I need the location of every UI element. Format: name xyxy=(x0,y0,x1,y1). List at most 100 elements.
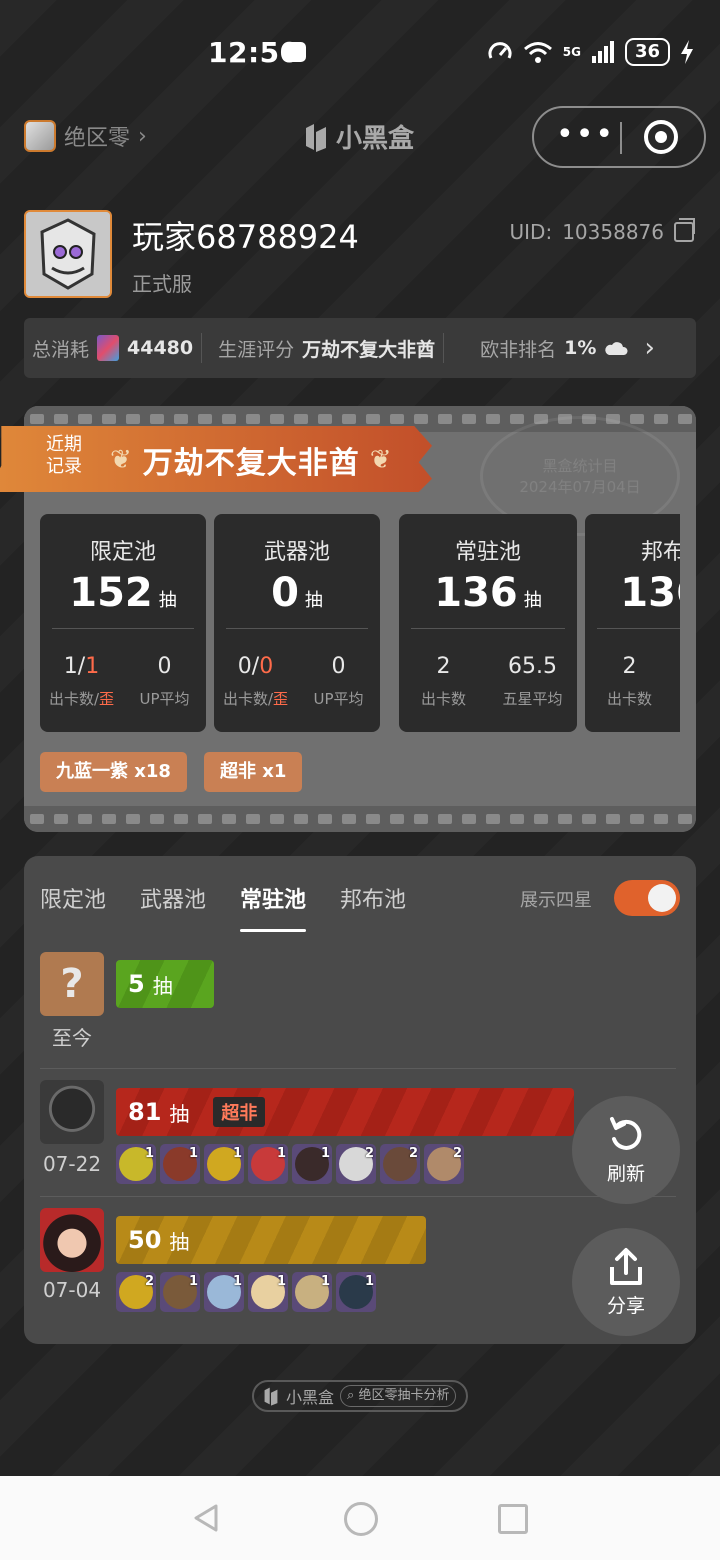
agent-count: 1 xyxy=(232,1274,242,1289)
battery-indicator: 36 xyxy=(624,38,670,66)
pool-name: 限定池 xyxy=(89,540,156,565)
system-nav-bar xyxy=(0,1476,720,1560)
character-portrait[interactable] xyxy=(40,1080,104,1144)
pool-count: 0抽 xyxy=(214,570,380,616)
tab-weapon[interactable]: 武器池 xyxy=(140,882,206,914)
film-hole xyxy=(150,414,164,424)
username: 玩家68788924 xyxy=(132,218,359,256)
agent-icon[interactable]: 1 xyxy=(204,1144,244,1184)
heybox-logo-icon xyxy=(306,123,326,152)
pool-card-standard[interactable]: 常驻池 136 抽 2 65.5 出卡数 五星平均 xyxy=(399,514,577,732)
back-icon[interactable] xyxy=(190,1502,222,1534)
agent-icon[interactable]: 1 xyxy=(248,1144,288,1184)
agent-icon[interactable]: 1 xyxy=(160,1144,200,1184)
pool-card-bangboo[interactable]: 邦布池 136抽 2 出卡数 xyxy=(585,514,680,732)
copy-icon[interactable] xyxy=(674,218,695,242)
pull-unit: 抽 xyxy=(169,1229,190,1254)
stat-label: 出卡数/ xyxy=(48,690,100,708)
pool-stat-cards: 0/0 xyxy=(214,654,297,679)
pool-tabs: 限定池 武器池 常驻池 邦布池 xyxy=(40,882,406,932)
film-hole xyxy=(270,414,284,424)
history-date: 至今 xyxy=(52,1026,92,1050)
pool-count: 136抽 xyxy=(399,570,577,616)
agent-icon[interactable]: 1 xyxy=(116,1144,156,1184)
agent-icon[interactable]: 1 xyxy=(204,1272,244,1312)
pool-card-weapon[interactable]: 武器池 0抽 0/0 0 出卡数/歪 UP平均 xyxy=(214,514,380,732)
film-hole xyxy=(198,814,212,824)
pull-unit: 抽 xyxy=(152,973,173,998)
brand-name: 小黑盒 xyxy=(336,124,415,154)
uid-display: UID: 10358876 xyxy=(510,218,695,244)
signal-icon xyxy=(591,41,614,63)
film-hole xyxy=(510,414,524,424)
agent-count: 1 xyxy=(232,1146,242,1161)
show-four-star-toggle[interactable] xyxy=(614,880,680,916)
total-cost-label: 总消耗 xyxy=(32,338,90,361)
film-hole xyxy=(30,814,44,824)
pool-stat-up-avg-label: UP平均 xyxy=(139,690,190,708)
refresh-button[interactable]: 刷新 xyxy=(572,1096,680,1204)
agent-icon[interactable]: 1 xyxy=(248,1272,288,1312)
film-hole xyxy=(318,414,332,424)
agent-icon[interactable]: 1 xyxy=(336,1272,376,1312)
career-score-label: 生涯评分 xyxy=(218,338,295,361)
four-star-list: 2 1 1 1 1 1 xyxy=(116,1272,376,1312)
luck-rank-label: 欧非排名 xyxy=(480,338,557,361)
pity-bar: 50 抽 xyxy=(116,1216,426,1264)
film-hole xyxy=(414,414,428,424)
pool-stat-five-star-avg: 65.5 xyxy=(508,654,557,679)
pool-count-value: 136 xyxy=(434,570,518,616)
four-star-list: 1 1 1 1 1 2 2 2 xyxy=(116,1144,464,1184)
pool-count-value: 136 xyxy=(620,570,680,616)
more-dots-icon[interactable]: ••• xyxy=(556,120,615,150)
agent-count: 1 xyxy=(276,1146,286,1161)
stat-value: 1 xyxy=(63,654,78,679)
film-hole xyxy=(318,814,332,824)
target-close-icon[interactable] xyxy=(644,120,678,154)
film-hole xyxy=(366,814,380,824)
recent-apps-icon[interactable] xyxy=(498,1504,528,1534)
achievement-tag: 超非 x1 xyxy=(204,752,303,792)
chevron-right-icon: › xyxy=(644,333,655,363)
film-hole xyxy=(486,814,500,824)
stats-bar[interactable]: 总消耗 44480 生涯评分 万劫不复大非酋 欧非排名 1% › xyxy=(24,318,696,378)
film-hole xyxy=(102,814,116,824)
film-hole xyxy=(222,814,236,824)
pull-count: 81 xyxy=(128,1098,162,1126)
tab-limited[interactable]: 限定池 xyxy=(40,882,106,914)
tab-bangboo[interactable]: 邦布池 xyxy=(340,882,406,914)
unknown-character-icon: ? xyxy=(40,952,104,1016)
agent-icon[interactable]: 1 xyxy=(292,1144,332,1184)
home-icon[interactable] xyxy=(344,1502,378,1536)
tab-standard[interactable]: 常驻池 xyxy=(240,882,307,932)
capsule-divider xyxy=(620,122,622,154)
film-hole xyxy=(558,814,572,824)
film-hole xyxy=(102,414,116,424)
history-date: 07-22 xyxy=(42,1152,102,1176)
share-button[interactable]: 分享 xyxy=(572,1228,680,1336)
pool-stat-cards: 1/1 xyxy=(40,654,123,679)
game-switch-link[interactable]: 绝区零 › xyxy=(24,120,147,152)
divider xyxy=(52,628,194,629)
footer-search: ⌕ 绝区零抽卡分析 xyxy=(340,1385,457,1407)
film-hole xyxy=(246,814,260,824)
pool-cards-scroller[interactable]: 限定池 152 抽 1/1 0 出卡数/歪 UP平均 武器池 0抽 0/0 0 出… xyxy=(40,514,680,732)
share-icon xyxy=(610,1247,642,1285)
film-hole xyxy=(174,814,188,824)
footer-brand-name: 小黑盒 xyxy=(286,1388,335,1407)
network-label: 5G xyxy=(562,45,581,59)
film-hole xyxy=(222,414,236,424)
agent-icon[interactable]: 2 xyxy=(116,1272,156,1312)
agent-icon[interactable]: 1 xyxy=(160,1272,200,1312)
pool-card-limited[interactable]: 限定池 152 抽 1/1 0 出卡数/歪 UP平均 xyxy=(40,514,206,732)
pool-count-unit: 抽 xyxy=(158,590,177,611)
search-icon: ⌕ xyxy=(347,1388,355,1403)
character-portrait[interactable] xyxy=(40,1208,104,1272)
refresh-label: 刷新 xyxy=(606,1162,645,1185)
agent-icon[interactable]: 2 xyxy=(380,1144,420,1184)
agent-icon[interactable]: 2 xyxy=(424,1144,464,1184)
avatar[interactable] xyxy=(24,210,112,298)
agent-icon[interactable]: 2 xyxy=(336,1144,376,1184)
pool-count-unit: 抽 xyxy=(523,590,542,611)
agent-icon[interactable]: 1 xyxy=(292,1272,332,1312)
